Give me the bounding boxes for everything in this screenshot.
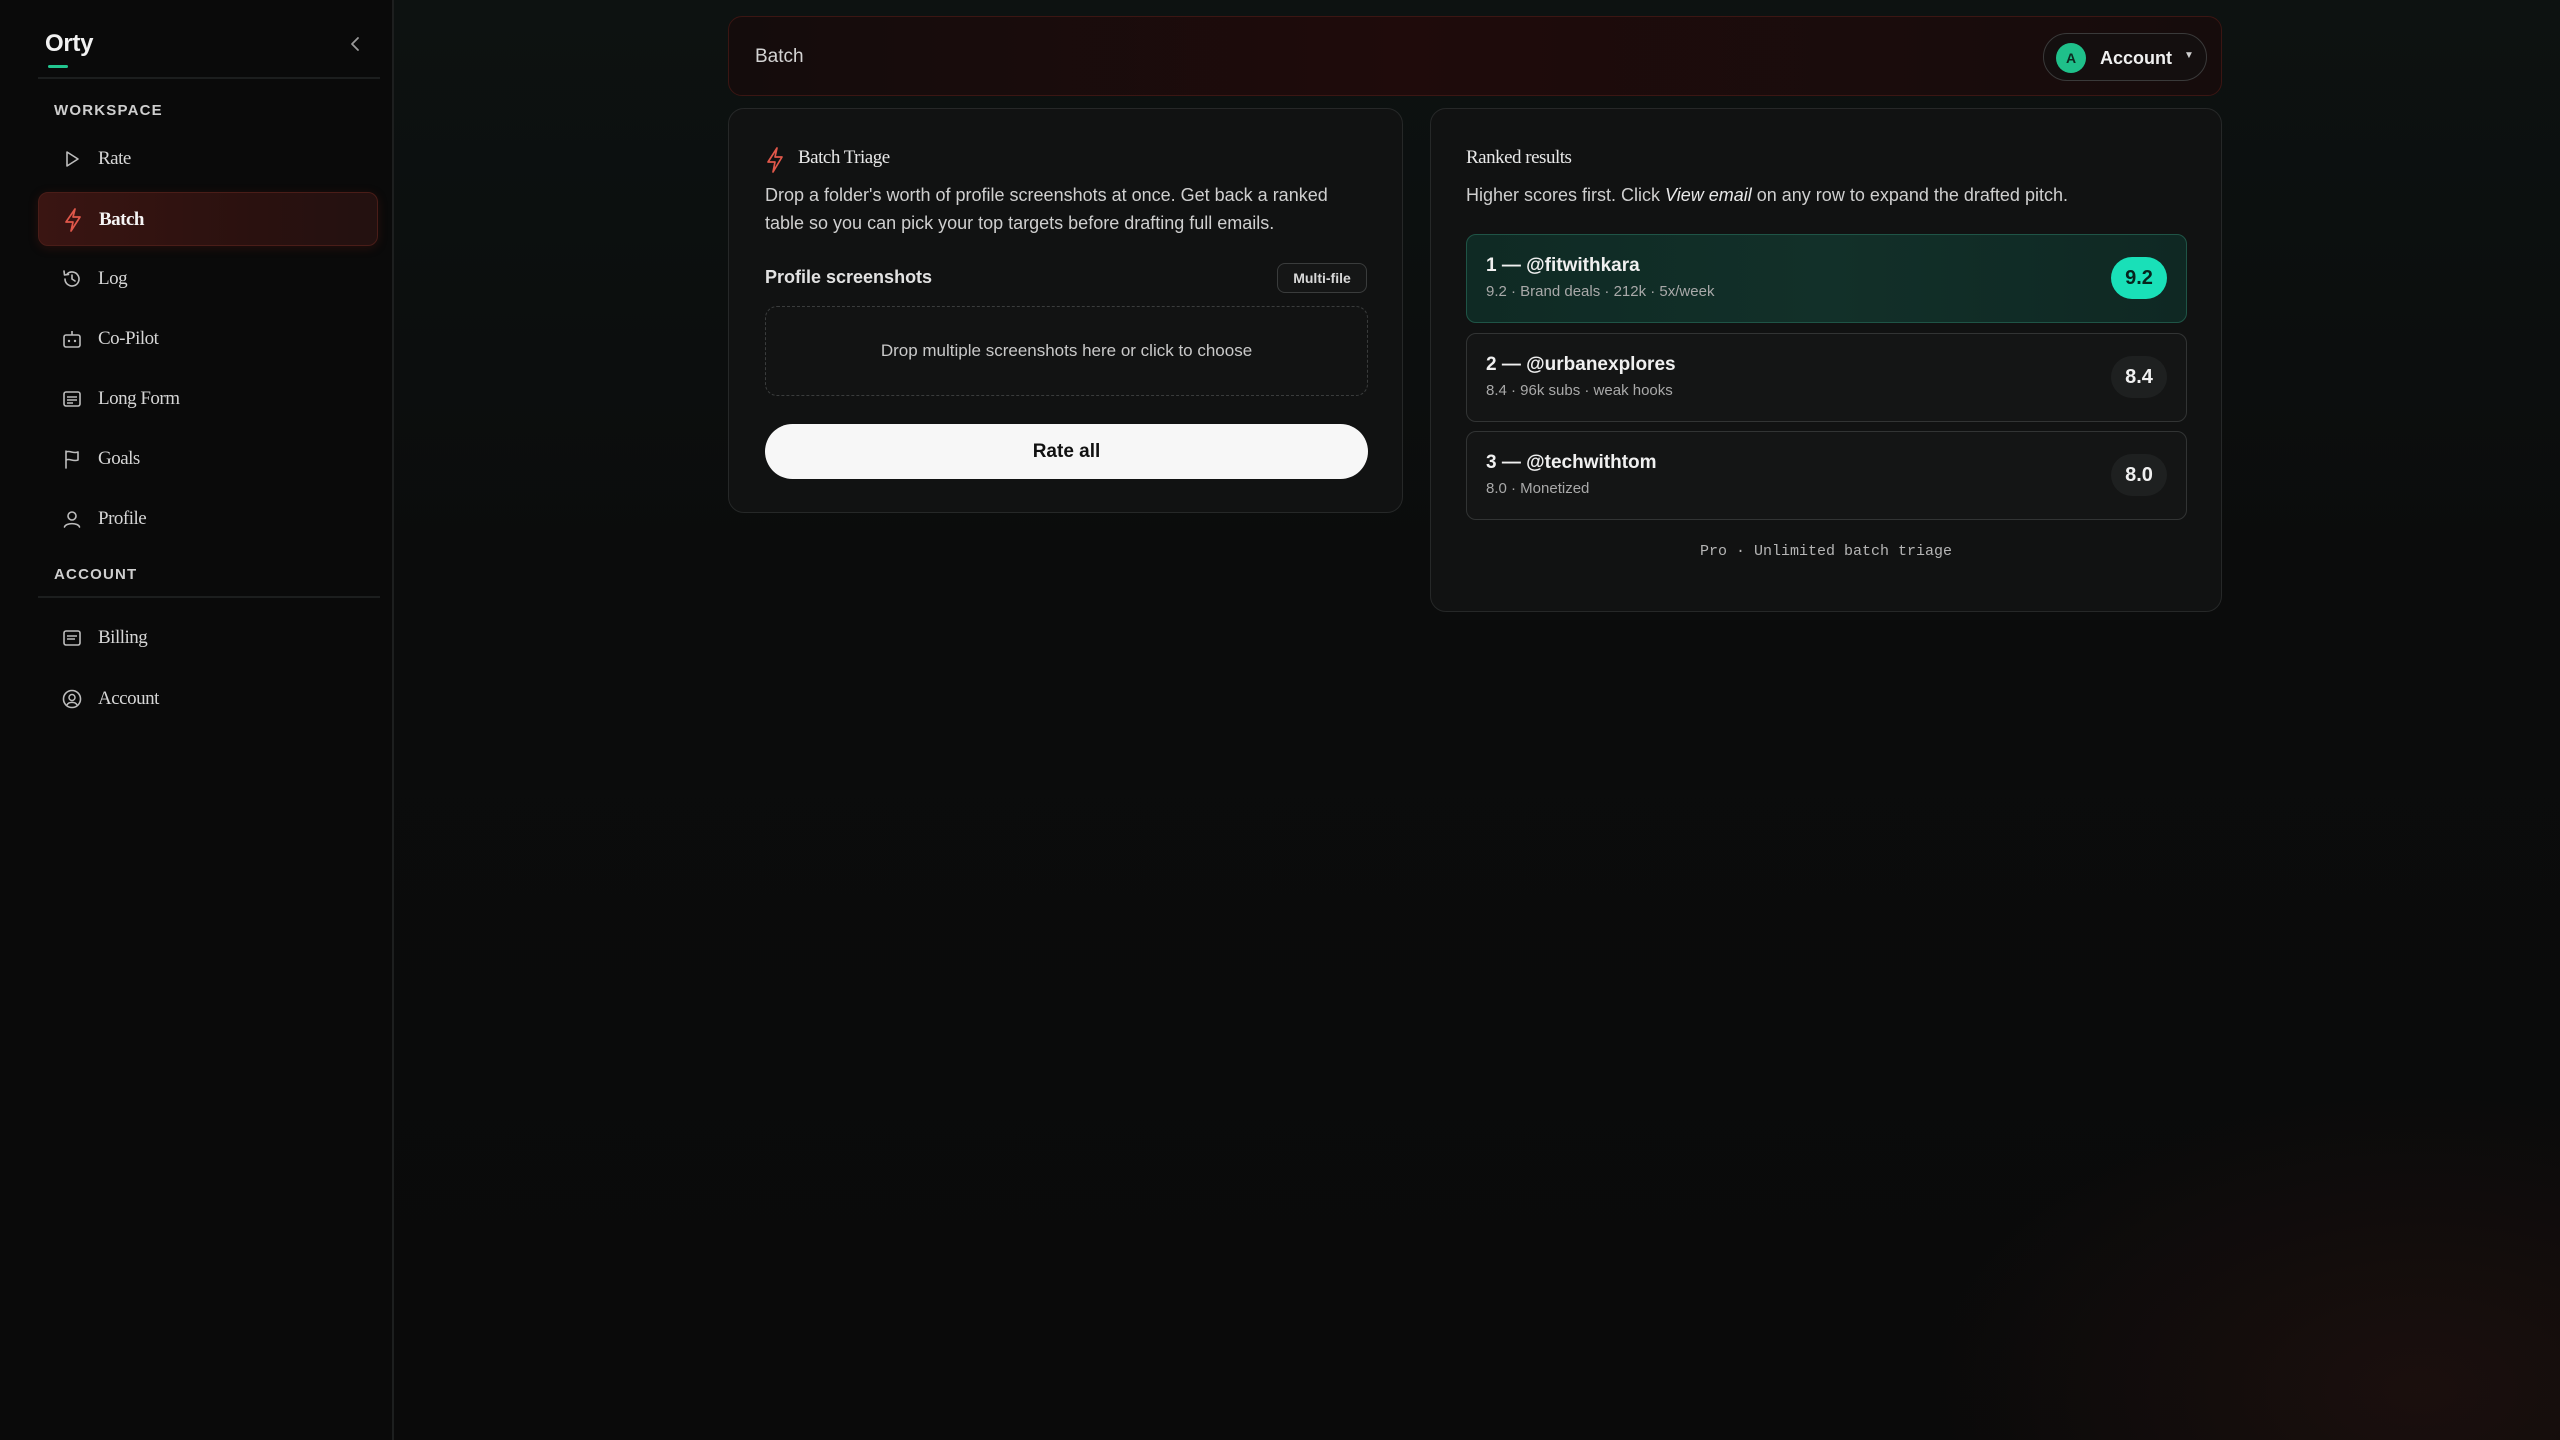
chevron-left-icon	[351, 37, 359, 51]
sidebar-item-goals[interactable]: Goals	[38, 432, 378, 486]
sidebar-item-label: Billing	[98, 627, 148, 648]
bolt-icon	[61, 208, 85, 232]
user-circle-icon	[60, 687, 84, 711]
account-button-label: Account	[2100, 48, 2172, 68]
sidebar-item-co-pilot[interactable]: Co-Pilot	[38, 312, 378, 366]
row-subtitle: 8.4 · 96k subs · weak hooks	[1486, 382, 1673, 399]
sidebar-item-label: Account	[98, 688, 159, 709]
flag-icon	[60, 447, 84, 471]
collapse-sidebar-button[interactable]	[342, 30, 370, 58]
page-title: Batch	[755, 46, 804, 67]
brand-row: Orty	[0, 0, 392, 78]
section-label-workspace: WORKSPACE	[54, 102, 163, 119]
sidebar-item-account[interactable]: Account	[38, 672, 378, 726]
sidebar-item-label: Profile	[98, 508, 147, 529]
desc-text: Higher scores first. Click	[1466, 185, 1666, 205]
row-title: 2 — @urbanexplores	[1486, 354, 1676, 375]
robot-icon	[60, 327, 84, 351]
rate-all-button[interactable]: Rate all	[765, 424, 1368, 479]
score-badge: 8.0	[2111, 454, 2167, 496]
sidebar-divider	[38, 596, 380, 598]
card-description: Higher scores first. Click View email on…	[1466, 181, 2206, 209]
app-logo[interactable]: Orty	[45, 30, 93, 58]
plan-note: Pro · Unlimited batch triage	[1699, 543, 1953, 560]
caret-down-icon: ▼	[2184, 50, 2194, 61]
view-email-hint: View email	[1665, 185, 1752, 205]
row-subtitle: 9.2 · Brand deals · 212k · 5x/week	[1486, 283, 1715, 300]
sidebar-divider	[38, 77, 380, 79]
row-title: 1 — @fitwithkara	[1486, 255, 1640, 276]
row-subtitle: 8.0 · Monetized	[1486, 480, 1590, 497]
ranked-results-card: Ranked results Higher scores first. Clic…	[1430, 108, 2222, 612]
card-title: Batch Triage	[798, 147, 890, 168]
result-row[interactable]: 1 — @fitwithkara 9.2 · Brand deals · 212…	[1466, 234, 2187, 323]
field-label: Profile screenshots	[765, 267, 933, 287]
card-title: Ranked results	[1466, 147, 1572, 168]
sidebar-item-log[interactable]: Log	[38, 252, 378, 306]
screenshot-dropzone[interactable]: Drop multiple screenshots here or click …	[765, 306, 1368, 396]
result-row[interactable]: 2 — @urbanexplores 8.4 · 96k subs · weak…	[1466, 333, 2187, 422]
card-description: Drop a folder's worth of profile screens…	[765, 185, 1328, 233]
section-label-account: ACCOUNT	[54, 566, 138, 583]
batch-triage-card: Batch Triage Drop a folder's worth of pr…	[728, 108, 1403, 513]
bolt-icon	[767, 147, 783, 173]
dropzone-text: Drop multiple screenshots here or click …	[880, 341, 1253, 360]
sidebar: Orty WORKSPACE Rate Batch Log Co-Pilot L…	[0, 0, 394, 1440]
sidebar-item-label: Co-Pilot	[98, 328, 159, 349]
history-icon	[60, 267, 84, 291]
document-icon	[60, 387, 84, 411]
sidebar-item-batch[interactable]: Batch	[38, 192, 378, 246]
sidebar-item-long-form[interactable]: Long Form	[38, 372, 378, 426]
sidebar-item-label: Batch	[99, 209, 145, 230]
row-title: 3 — @techwithtom	[1486, 452, 1657, 473]
sidebar-item-label: Long Form	[98, 388, 180, 409]
receipt-icon	[60, 626, 84, 650]
logo-underline	[48, 65, 68, 68]
desc-text: on any row to expand the drafted pitch.	[1751, 185, 2068, 205]
user-icon	[60, 507, 84, 531]
sidebar-item-label: Rate	[98, 148, 131, 169]
result-row[interactable]: 3 — @techwithtom 8.0 · Monetized 8.0	[1466, 431, 2187, 520]
score-badge: 8.4	[2111, 356, 2167, 398]
multi-file-badge: Multi-file	[1277, 263, 1367, 293]
play-icon	[60, 147, 84, 171]
account-menu-button[interactable]: A Account ▼	[2043, 33, 2207, 81]
sidebar-item-label: Log	[98, 268, 128, 289]
avatar: A	[2056, 43, 2086, 73]
sidebar-item-profile[interactable]: Profile	[38, 492, 378, 546]
top-bar: Batch A Account ▼	[728, 16, 2222, 96]
sidebar-item-label: Goals	[98, 448, 140, 469]
score-badge: 9.2	[2111, 257, 2167, 299]
sidebar-item-rate[interactable]: Rate	[38, 132, 378, 186]
sidebar-item-billing[interactable]: Billing	[38, 611, 378, 665]
